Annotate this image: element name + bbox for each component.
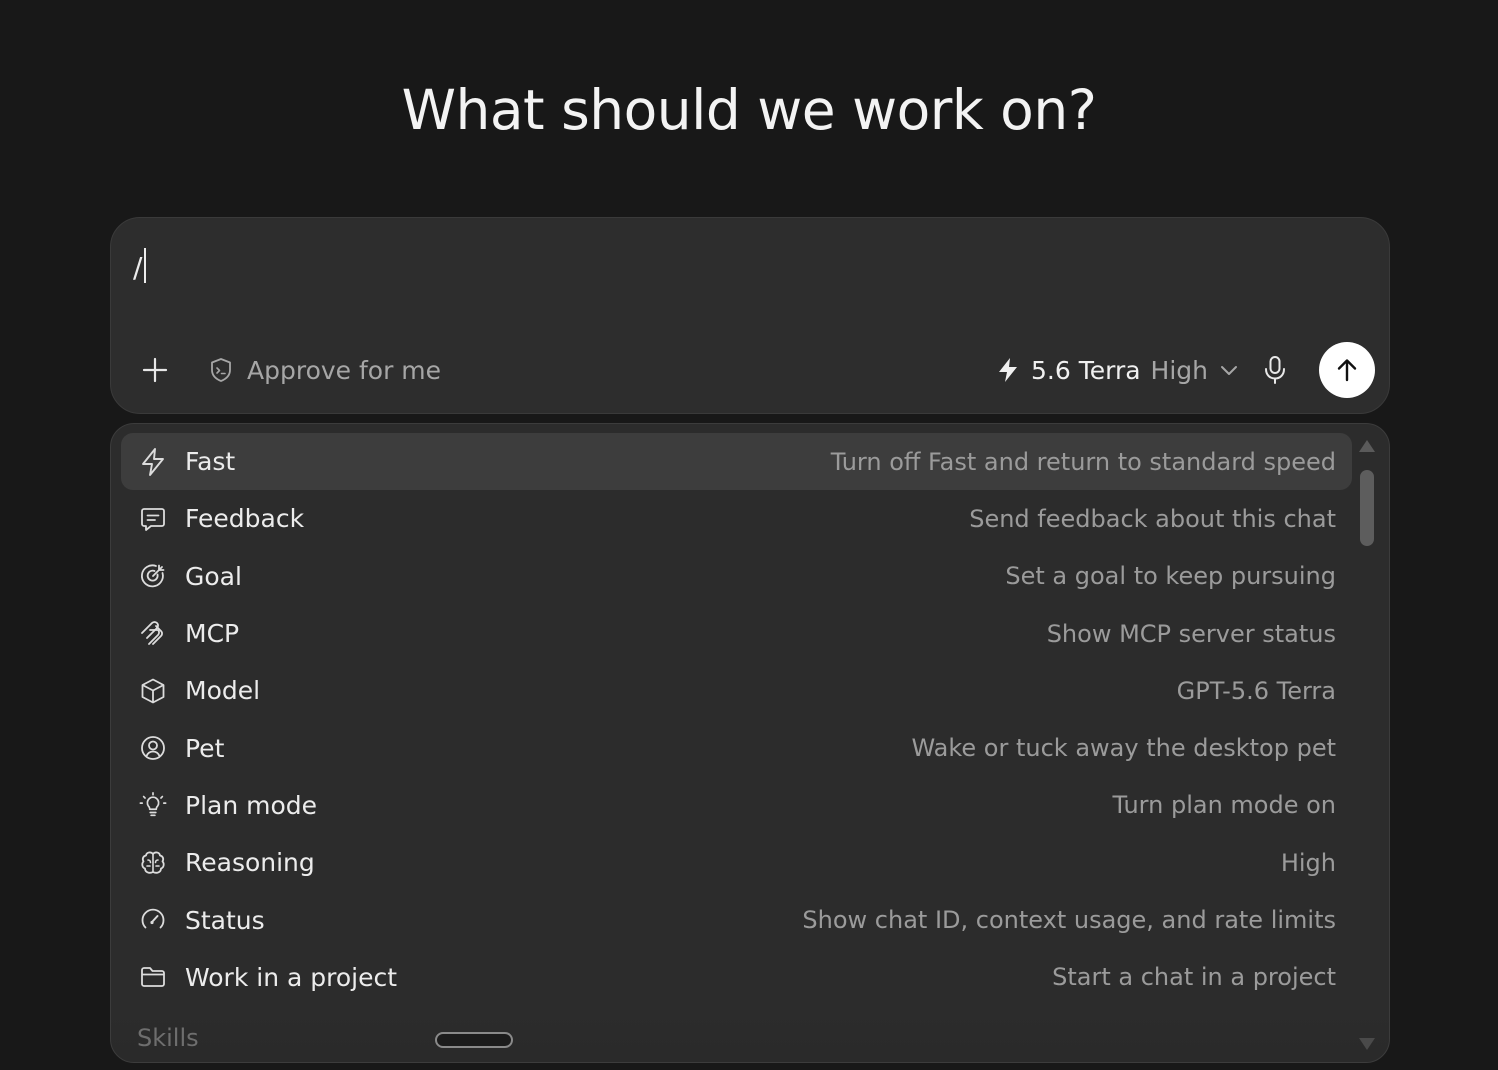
microphone-button[interactable] <box>1255 350 1295 390</box>
section-label-skills: Skills <box>137 1024 199 1052</box>
drag-handle[interactable] <box>435 1032 513 1048</box>
command-item-goal[interactable]: Goal Set a goal to keep pursuing <box>121 548 1352 605</box>
command-label: Plan mode <box>185 790 318 820</box>
approve-for-me-button[interactable]: Approve for me <box>207 350 441 390</box>
command-label: Reasoning <box>185 848 315 878</box>
model-picker[interactable]: 5.6 Terra High <box>995 350 1240 390</box>
command-label: Feedback <box>185 504 305 534</box>
page: What should we work on? Approve for me 5… <box>0 0 1498 1070</box>
command-label: MCP <box>185 619 240 649</box>
feedback-icon <box>138 504 168 534</box>
lightning-icon <box>138 447 168 477</box>
gauge-icon <box>138 905 168 935</box>
command-description: Show chat ID, context usage, and rate li… <box>802 906 1336 935</box>
command-item-reasoning[interactable]: Reasoning High <box>121 834 1352 891</box>
composer-toolbar: Approve for me 5.6 Terra High <box>111 338 1389 404</box>
lightning-icon <box>995 356 1021 384</box>
chevron-down-icon <box>1218 359 1240 381</box>
folder-icon <box>138 962 168 992</box>
pet-icon <box>138 733 168 763</box>
command-description: Send feedback about this chat <box>969 504 1336 533</box>
page-title: What should we work on? <box>401 78 1097 142</box>
command-item-status[interactable]: Status Show chat ID, context usage, and … <box>121 891 1352 948</box>
command-label: Goal <box>185 561 242 591</box>
shield-terminal-icon <box>207 356 235 384</box>
microphone-icon <box>1261 354 1289 386</box>
command-description: Turn off Fast and return to standard spe… <box>830 447 1336 476</box>
command-description: Set a goal to keep pursuing <box>1005 562 1336 591</box>
goal-icon <box>138 561 168 591</box>
command-item-fast[interactable]: Fast Turn off Fast and return to standar… <box>121 433 1352 491</box>
arrow-up-icon <box>1333 356 1361 384</box>
command-label: Status <box>185 905 265 935</box>
approve-label: Approve for me <box>247 355 442 385</box>
command-item-feedback[interactable]: Feedback Send feedback about this chat <box>121 490 1352 547</box>
command-label: Pet <box>185 733 225 763</box>
composer: Approve for me 5.6 Terra High <box>110 217 1390 414</box>
send-button[interactable] <box>1319 342 1375 398</box>
command-description: High <box>1280 848 1336 877</box>
command-description: Turn plan mode on <box>1112 791 1336 820</box>
scrollbar[interactable] <box>1355 440 1379 1050</box>
prompt-input[interactable] <box>133 242 1333 292</box>
scroll-up-arrow-icon[interactable] <box>1359 440 1375 452</box>
mcp-icon <box>138 619 168 649</box>
model-name: 5.6 Terra <box>1031 355 1141 385</box>
cube-icon <box>138 676 168 706</box>
command-item-mcp[interactable]: MCP Show MCP server status <box>121 605 1352 662</box>
command-label: Model <box>185 676 261 706</box>
command-description: GPT-5.6 Terra <box>1176 676 1336 705</box>
command-label: Fast <box>185 447 236 477</box>
scroll-thumb[interactable] <box>1360 470 1374 546</box>
command-item-plan-mode[interactable]: Plan mode Turn plan mode on <box>121 777 1352 834</box>
scroll-down-arrow-icon[interactable] <box>1359 1038 1375 1050</box>
slash-command-menu: Fast Turn off Fast and return to standar… <box>110 423 1390 1063</box>
command-label: Work in a project <box>185 962 398 992</box>
text-caret <box>144 248 146 283</box>
command-item-pet[interactable]: Pet Wake or tuck away the desktop pet <box>121 719 1352 776</box>
command-list: Fast Turn off Fast and return to standar… <box>121 433 1352 1006</box>
command-description: Wake or tuck away the desktop pet <box>911 734 1336 763</box>
command-item-model[interactable]: Model GPT-5.6 Terra <box>121 662 1352 719</box>
lightbulb-icon <box>138 790 168 820</box>
plus-icon <box>142 357 168 383</box>
model-effort: High <box>1150 355 1209 385</box>
command-item-work-in-a-project[interactable]: Work in a project Start a chat in a proj… <box>121 949 1352 1006</box>
list-fade <box>111 1006 1389 1062</box>
command-description: Start a chat in a project <box>1052 963 1336 992</box>
brain-icon <box>138 848 168 878</box>
command-description: Show MCP server status <box>1046 619 1336 648</box>
add-attachment-button[interactable] <box>135 350 175 390</box>
